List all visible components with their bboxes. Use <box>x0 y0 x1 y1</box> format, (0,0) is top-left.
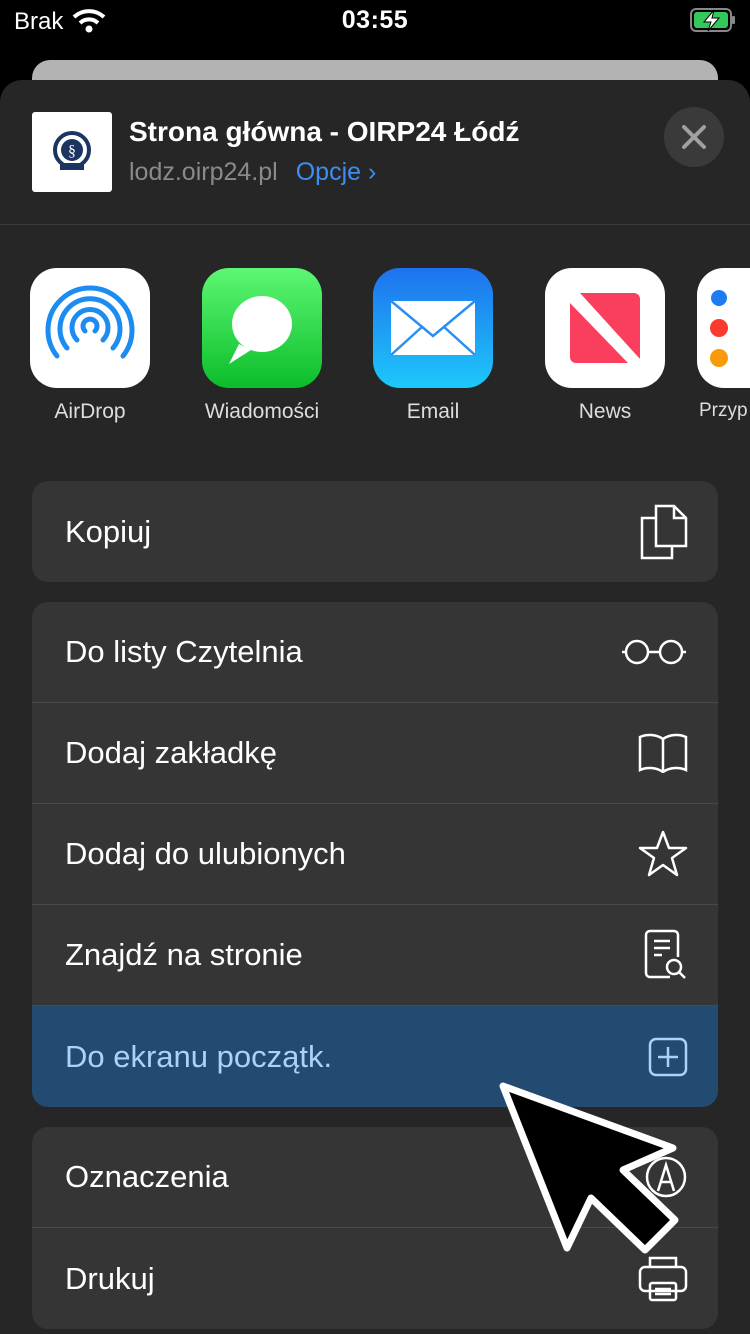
svg-text:§: § <box>68 143 76 160</box>
options-link[interactable]: Opcje › <box>296 158 377 186</box>
options-label: Opcje <box>295 158 362 186</box>
app-airdrop[interactable]: AirDrop <box>10 268 170 424</box>
messages-icon <box>202 268 322 388</box>
page-url: lodz.oirp24.pl <box>129 158 278 186</box>
app-row: AirDrop Wiadomości Email News Przyp <box>0 268 750 428</box>
action-label: Znajdź na stronie <box>65 937 303 972</box>
action-add-favorite[interactable]: Dodaj do ulubionych <box>32 804 718 905</box>
app-label: News <box>578 400 632 423</box>
add-square-icon <box>648 1037 688 1076</box>
mail-icon <box>373 268 493 388</box>
action-copy[interactable]: Kopiuj <box>32 481 718 582</box>
glasses-icon <box>622 639 686 665</box>
app-email[interactable]: Email <box>353 268 513 424</box>
find-in-page-icon <box>644 929 686 979</box>
star-icon <box>638 830 688 877</box>
reminders-icon <box>697 268 750 388</box>
airdrop-icon <box>30 268 150 388</box>
app-label: Email <box>406 400 460 423</box>
action-group-main: Do listy Czytelnia Dodaj zakładkę Dodaj … <box>32 602 718 1107</box>
action-label: Drukuj <box>65 1260 155 1296</box>
copy-icon <box>640 504 688 559</box>
action-label: Do ekranu początk. <box>65 1038 333 1074</box>
share-header: § Strona główna - OIRP24 Łódź lodz.oirp2… <box>0 80 750 225</box>
action-label: Kopiuj <box>65 513 152 549</box>
mouse-cursor-icon <box>495 1078 695 1263</box>
battery-charging-icon <box>690 8 736 37</box>
status-bar: Brak 03:55 <box>0 0 750 42</box>
news-icon <box>545 268 665 388</box>
app-label: Wiadomości <box>204 400 320 423</box>
app-label: Przyp <box>699 400 748 421</box>
action-group-copy: Kopiuj <box>32 481 718 582</box>
action-find-on-page[interactable]: Znajdź na stronie <box>32 905 718 1006</box>
page-url-line: lodz.oirp24.pl Opcje › <box>129 158 376 187</box>
action-add-bookmark[interactable]: Dodaj zakładkę <box>32 703 718 804</box>
action-label: Dodaj do ulubionych <box>65 836 346 871</box>
clock: 03:55 <box>341 6 409 34</box>
action-label: Oznaczenia <box>65 1159 229 1194</box>
page-title: Strona główna - OIRP24 Łódź <box>129 116 520 147</box>
app-messages[interactable]: Wiadomości <box>182 268 342 424</box>
action-label: Dodaj zakładkę <box>65 735 277 770</box>
app-label: AirDrop <box>54 400 126 423</box>
close-icon <box>682 125 706 149</box>
action-reading-list[interactable]: Do listy Czytelnia <box>32 602 718 703</box>
action-label: Do listy Czytelnia <box>65 634 303 669</box>
site-logo: § <box>32 112 112 192</box>
app-news[interactable]: News <box>525 268 685 424</box>
chevron-right-icon: › <box>367 158 377 186</box>
close-button[interactable] <box>664 107 724 167</box>
book-icon <box>638 733 688 773</box>
app-reminders[interactable]: Przyp <box>697 268 750 422</box>
